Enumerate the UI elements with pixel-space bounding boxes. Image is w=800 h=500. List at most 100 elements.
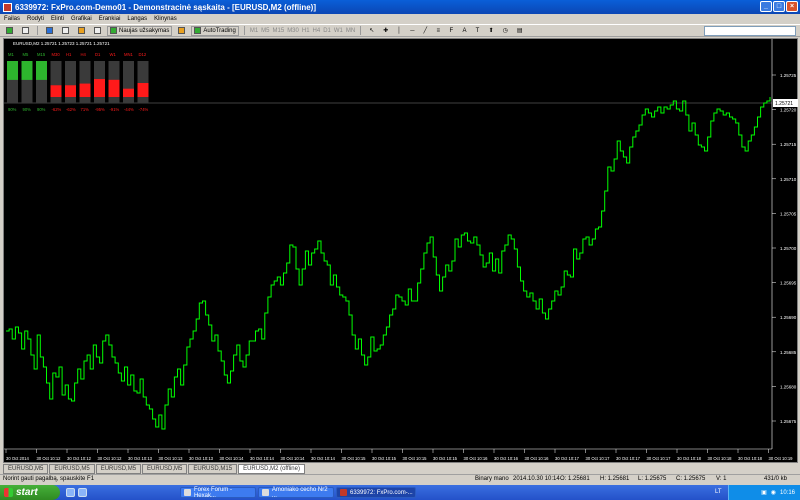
status-profile[interactable]: Binary mano [475, 476, 509, 482]
time-label: 30 Oct 10:15 [403, 456, 428, 461]
menu-insert[interactable]: Elinti [51, 16, 64, 22]
timeframe-m30[interactable]: M30 [287, 28, 299, 34]
channel-button[interactable]: ≡ [434, 26, 444, 36]
horizontal-line-icon: ─ [410, 27, 415, 34]
status-low: L: 1.25675 [638, 476, 667, 482]
time-label: 30 Oct 10:14 [311, 456, 336, 461]
time-label: 30 Oct 10:16 [464, 456, 489, 461]
chart-tab-active[interactable]: EURUSD,M2 (offline) [238, 464, 305, 474]
timeframe-m5[interactable]: M5 [261, 28, 269, 34]
current-price-label: 1.25721 [775, 101, 793, 107]
indicator-value-label: 90% [8, 107, 17, 112]
data-window-button[interactable] [59, 26, 72, 36]
expert-button[interactable] [175, 26, 188, 36]
indicator-bar [108, 79, 120, 97]
indicator-timeframe-label: M5 [23, 52, 29, 57]
price-label: 1.25695 [780, 281, 797, 286]
start-button[interactable]: start [0, 485, 60, 500]
periods-button[interactable]: ◷ [500, 26, 511, 36]
toolbar-separator [360, 26, 362, 35]
chart-tab[interactable]: EURUSD,M5 [142, 464, 188, 474]
volume-icon[interactable]: ◉ [771, 489, 776, 496]
menu-tools[interactable]: Erankiai [99, 16, 121, 22]
taskbar-item-active[interactable]: 6339972: FxPro.com-... [336, 487, 416, 498]
timeframe-m1[interactable]: M1 [250, 28, 258, 34]
time-label: 30 Oct 10:15 [342, 456, 367, 461]
label-tool-button[interactable]: T [473, 26, 483, 36]
cursor-tool-button[interactable]: ↖ [366, 26, 377, 36]
time-label: 30 Oct 10:17 [586, 456, 611, 461]
fibonacci-button[interactable]: F [447, 26, 457, 36]
new-order-button[interactable]: Naujas užsakymas [107, 25, 173, 36]
market-watch-button[interactable] [43, 26, 56, 36]
status-close: C: 1.25675 [676, 476, 706, 482]
indicator-timeframe-label: H4 [81, 52, 87, 57]
arrows-button[interactable]: ⬆ [486, 26, 497, 36]
templates-button[interactable]: ▤ [514, 26, 526, 36]
timeframe-m15[interactable]: M15 [273, 28, 285, 34]
quick-launch [66, 488, 87, 497]
desktop-icon[interactable] [78, 488, 87, 497]
autotrading-icon [194, 27, 202, 34]
price-axis: 1.25725 1.25720 1.25715 1.25710 1.25705 1.257… [4, 39, 797, 450]
vertical-line-button[interactable]: │ [394, 26, 404, 36]
arrow-icon: ⬆ [488, 28, 494, 34]
profiles-icon [22, 27, 29, 34]
new-chart-button[interactable] [3, 26, 16, 36]
time-label: 30 Oct 10:12 [37, 456, 62, 461]
minimize-button[interactable]: _ [760, 1, 772, 12]
indicator-bar [50, 85, 62, 97]
indicator-value-label: -91% [110, 107, 120, 112]
status-help: Norint gauti pagalbą, spauskite F1 [3, 476, 95, 482]
clock-icon: ◷ [502, 28, 508, 34]
chart-window[interactable]: 1.25725 1.25720 1.25715 1.25710 1.25705 1.257… [3, 38, 798, 463]
menu-help[interactable]: Klinynas [154, 16, 177, 22]
chart-tab[interactable]: EURUSD,M15 [188, 464, 238, 474]
browser-icon[interactable] [66, 488, 75, 497]
language-indicator[interactable]: LT [715, 489, 722, 495]
horizontal-line-button[interactable]: ─ [407, 26, 417, 36]
maximize-button[interactable]: □ [773, 1, 785, 12]
price-chart[interactable]: 1.25725 1.25720 1.25715 1.25710 1.25705 1.257… [4, 39, 799, 464]
taskbar-item-label: 6339972: FxPro.com-... [350, 489, 413, 496]
menu-file[interactable]: Failas [4, 16, 20, 22]
menu-view[interactable]: Rodyti [27, 16, 44, 22]
search-input[interactable] [704, 26, 796, 36]
profiles-button[interactable] [19, 26, 32, 36]
indicator-timeframe-label: M30 [52, 52, 61, 57]
label-icon: T [475, 27, 480, 34]
chart-tab[interactable]: EURUSD,M5 [95, 464, 142, 474]
taskbar-item-label: Amoniako cecho Nr2 ... [271, 486, 328, 499]
timeframe-d1[interactable]: D1 [323, 28, 331, 34]
timeframe-w1[interactable]: W1 [334, 28, 343, 34]
time-label: 30 Oct 10:16 [494, 456, 519, 461]
menu-charts[interactable]: Grafikai [71, 16, 92, 22]
navigator-button[interactable] [75, 26, 88, 36]
indicator-value-label: -95% [95, 107, 105, 112]
text-tool-button[interactable]: A [460, 26, 470, 36]
time-label: 30 Oct 10:18 [677, 456, 702, 461]
indicator-timeframe-label: M15 [37, 52, 46, 57]
timeframe-mn[interactable]: MN [346, 28, 355, 34]
autotrading-button[interactable]: AutoTrading [191, 25, 239, 36]
channel-icon: ≡ [436, 27, 441, 34]
fibonacci-icon: F [449, 27, 454, 34]
indicator-bar [123, 88, 134, 97]
time-label: 30 Oct 10:12 [67, 456, 92, 461]
taskbar-item[interactable]: Forex Forum - Hexak... [180, 487, 256, 499]
close-button[interactable]: × [786, 1, 798, 12]
trendline-button[interactable]: ╱ [421, 26, 431, 36]
chart-tab[interactable]: EURUSD,M5 [49, 464, 95, 474]
terminal-button[interactable] [91, 26, 104, 36]
system-tray: LT ▣ ◉ 10:16 [715, 485, 800, 500]
taskbar-item[interactable]: Amoniako cecho Nr2 ... [258, 486, 334, 499]
menu-window[interactable]: Langas [127, 16, 147, 22]
chart-tab[interactable]: EURUSD,M5 [3, 464, 49, 474]
indicator-bar [36, 61, 47, 80]
indicator-bar [21, 61, 33, 80]
crosshair-tool-button[interactable]: ✚ [380, 26, 391, 36]
timeframe-h4[interactable]: H4 [313, 28, 321, 34]
timeframe-h1[interactable]: H1 [302, 28, 310, 34]
time-label: 30 Oct 2014 [6, 456, 29, 461]
network-icon[interactable]: ▣ [761, 489, 767, 496]
